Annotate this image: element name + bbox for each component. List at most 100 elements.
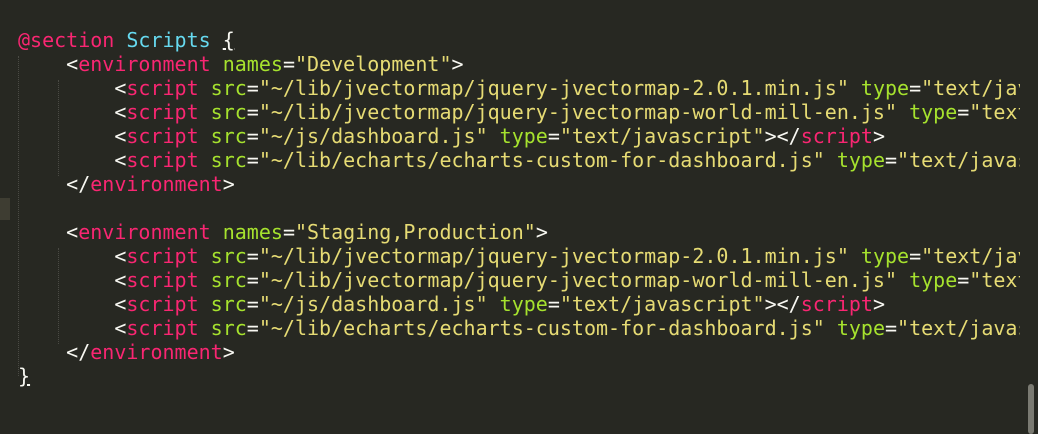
code-token: script: [800, 124, 873, 148]
code-token: >: [451, 52, 464, 76]
code-token: type: [836, 316, 885, 340]
code-token: "~/lib/jvectormap/jquery-jvectormap-worl…: [258, 268, 898, 292]
code-token: script: [126, 148, 199, 172]
code-token: type: [836, 148, 885, 172]
code-token: src: [210, 316, 247, 340]
code-token: src: [210, 244, 247, 268]
code-token: script: [126, 76, 199, 100]
code-token: environment: [90, 340, 223, 364]
code-token: "text/ja: [969, 268, 1020, 292]
code-line[interactable]: <script src="~/lib/jvectormap/jquery-jve…: [18, 268, 1020, 292]
code-token: "~/lib/jvectormap/jquery-jvectormap-2.0.…: [258, 244, 849, 268]
code-token: </: [18, 172, 91, 196]
code-token: =: [909, 244, 922, 268]
code-token: <: [18, 244, 127, 268]
code-token: ></: [764, 124, 801, 148]
code-token: src: [210, 124, 247, 148]
code-line[interactable]: <script src="~/js/dashboard.js" type="te…: [18, 124, 1020, 148]
current-line-marker: [0, 198, 10, 220]
code-token: </: [18, 340, 91, 364]
code-token: =: [547, 124, 560, 148]
code-token: src: [210, 292, 247, 316]
code-token: script: [126, 100, 199, 124]
code-token: "~/lib/jvectormap/jquery-jvectormap-2.0.…: [258, 76, 849, 100]
code-token: <: [18, 316, 127, 340]
code-editor[interactable]: @section Scripts { <environment names="D…: [0, 0, 1038, 434]
vertical-scrollbar[interactable]: [1028, 384, 1034, 434]
code-token: "Development": [294, 52, 452, 76]
code-token: "text/javas: [921, 76, 1020, 100]
code-line[interactable]: <script src="~/lib/jvectormap/jquery-jve…: [18, 100, 1020, 124]
code-token: {: [222, 28, 235, 52]
code-token: script: [800, 292, 873, 316]
code-token: >: [872, 124, 886, 148]
code-token: =: [957, 268, 970, 292]
code-token: src: [210, 76, 247, 100]
code-token: "Staging,Production": [294, 220, 536, 244]
code-token: "~/js/dashboard.js": [258, 124, 488, 148]
code-token: "~/lib/echarts/echarts-custom-for-dashbo…: [258, 148, 825, 172]
code-token: environment: [90, 172, 223, 196]
code-token: names: [222, 220, 283, 244]
code-token: script: [126, 292, 199, 316]
code-token: "~/js/dashboard.js": [258, 292, 488, 316]
code-token: =: [246, 76, 259, 100]
code-line[interactable]: <script src="~/lib/echarts/echarts-custo…: [18, 148, 1020, 172]
code-token: =: [909, 76, 922, 100]
code-token: =: [246, 100, 259, 124]
code-token: script: [126, 268, 199, 292]
code-line[interactable]: <script src="~/js/dashboard.js" type="te…: [18, 292, 1020, 316]
code-line[interactable]: <environment names="Staging,Production">: [18, 220, 1020, 244]
code-token: "text/javascript": [559, 124, 765, 148]
code-token: type: [909, 268, 958, 292]
code-line[interactable]: </environment>: [18, 340, 1020, 364]
code-token: "~/lib/echarts/echarts-custom-for-dashbo…: [258, 316, 825, 340]
code-line[interactable]: @section Scripts {: [18, 28, 1020, 52]
code-line[interactable]: <script src="~/lib/jvectormap/jquery-jve…: [18, 76, 1020, 100]
code-token: =: [885, 148, 898, 172]
code-line[interactable]: <environment names="Development">: [18, 52, 1020, 76]
code-token: >: [222, 172, 235, 196]
code-token: =: [246, 124, 259, 148]
code-content[interactable]: @section Scripts { <environment names="D…: [18, 28, 1020, 388]
code-token: script: [126, 124, 199, 148]
code-token: =: [957, 100, 970, 124]
code-token: src: [210, 268, 247, 292]
code-line[interactable]: <script src="~/lib/echarts/echarts-custo…: [18, 316, 1020, 340]
code-token: type: [860, 76, 910, 100]
code-token: <: [18, 220, 79, 244]
code-token: "~/lib/jvectormap/jquery-jvectormap-worl…: [258, 100, 898, 124]
code-token: Scripts: [126, 28, 211, 52]
code-line[interactable]: }: [18, 364, 1020, 388]
code-token: type: [909, 100, 958, 124]
code-token: "text/javascript": [559, 292, 765, 316]
code-line[interactable]: [18, 196, 1020, 220]
code-token: environment: [78, 52, 211, 76]
code-token: type: [499, 292, 548, 316]
code-token: <: [18, 292, 127, 316]
code-token: >: [872, 292, 886, 316]
code-token: src: [210, 148, 247, 172]
code-line[interactable]: <script src="~/lib/jvectormap/jquery-jve…: [18, 244, 1020, 268]
code-token: >: [222, 340, 235, 364]
code-token: =: [885, 316, 898, 340]
code-token: =: [246, 244, 259, 268]
code-line[interactable]: </environment>: [18, 172, 1020, 196]
code-token: ></: [764, 292, 801, 316]
